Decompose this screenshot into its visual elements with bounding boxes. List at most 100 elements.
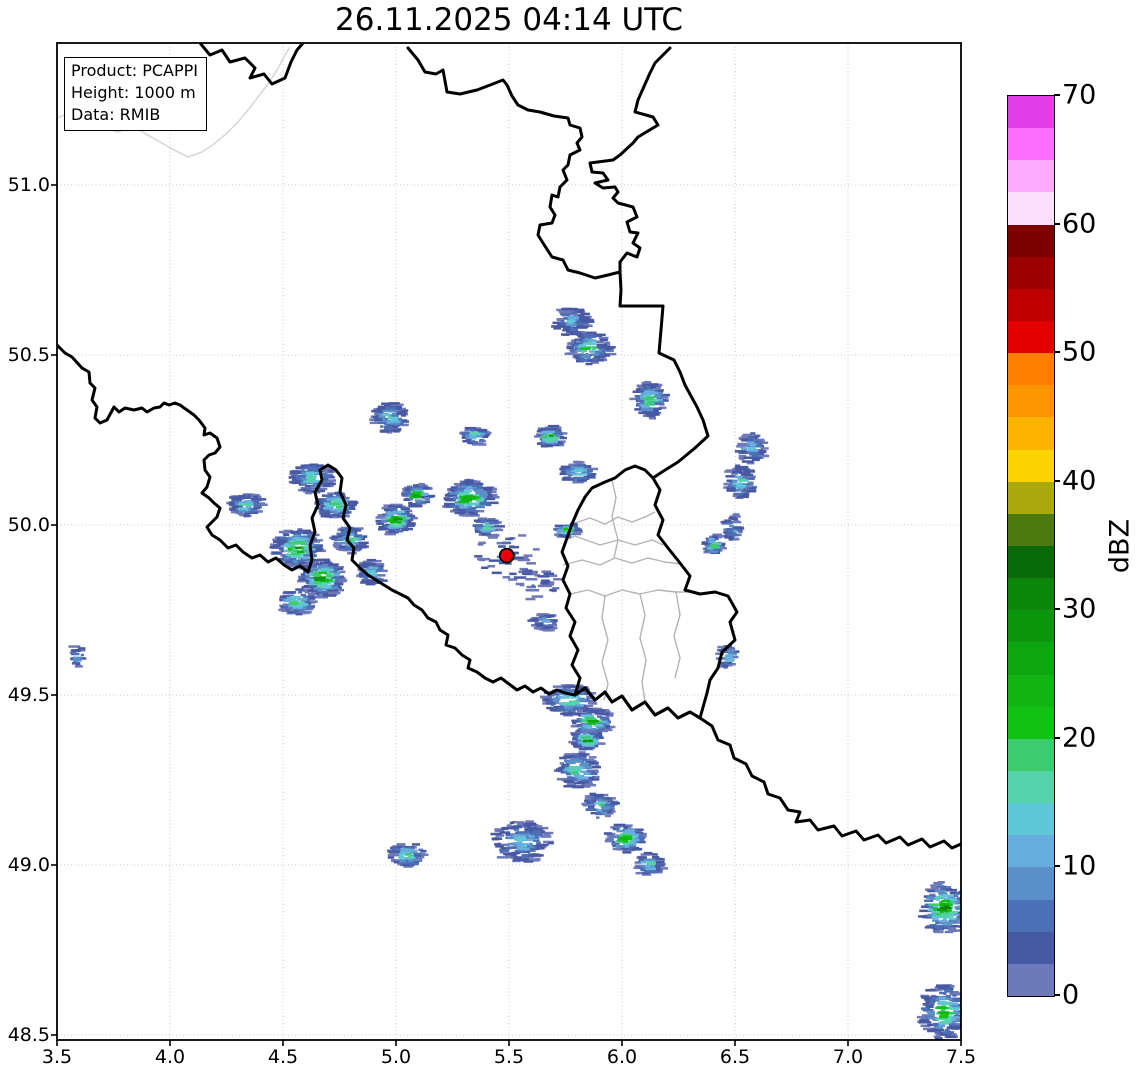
- y-tick-label: 48.5: [7, 1024, 50, 1046]
- map-plot: [51, 42, 962, 1046]
- y-tick-label: 51.0: [7, 174, 50, 196]
- echo-blob: [369, 402, 409, 434]
- colorbar: [1007, 95, 1055, 997]
- x-tick-label: 4.5: [267, 1046, 299, 1068]
- colorbar-tick-mark: [1054, 222, 1060, 225]
- info-box: Product: PCAPPI Height: 1000 m Data: RMI…: [64, 57, 208, 132]
- colorbar-tick-label: 30: [1062, 593, 1097, 625]
- echo-blob: [314, 491, 359, 519]
- colorbar-segment: [1008, 610, 1054, 643]
- echo-blob: [629, 381, 670, 420]
- y-tick-label: 50.0: [7, 514, 50, 536]
- district-borders: [562, 479, 688, 703]
- echo-blob: [603, 823, 647, 854]
- colorbar-segment: [1008, 513, 1054, 547]
- colorbar-segment: [1008, 353, 1054, 386]
- radar-figure: 26.11.2025 04:14 UTC Product: PCAPPI Hei…: [0, 0, 1145, 1084]
- colorbar-segment: [1008, 674, 1054, 707]
- colorbar-segment: [1008, 224, 1054, 257]
- colorbar-tick-label: 60: [1062, 208, 1097, 240]
- colorbar-tick-mark: [1054, 608, 1060, 611]
- colorbar-segment: [1008, 931, 1054, 964]
- echo-blob: [554, 751, 601, 789]
- echo-blob: [918, 881, 961, 934]
- echo-blob: [442, 478, 500, 517]
- colorbar-tick-mark: [1054, 479, 1060, 482]
- colorbar-label: dBZ: [1104, 518, 1136, 574]
- colorbar-tick-mark: [1054, 736, 1060, 739]
- echo-blob: [734, 432, 770, 465]
- x-tick-label: 5.0: [380, 1046, 412, 1068]
- echo-blob: [490, 820, 554, 863]
- colorbar-segment: [1008, 192, 1054, 225]
- colorbar-tick-mark: [1054, 865, 1060, 868]
- radar-echoes: [68, 307, 961, 1040]
- colorbar-segment: [1008, 771, 1054, 804]
- x-tick-label: 4.0: [154, 1046, 186, 1068]
- echo-blob: [68, 645, 87, 668]
- colorbar-segment: [1008, 706, 1054, 739]
- y-tick-label: 49.0: [7, 854, 50, 876]
- echo-blob: [459, 426, 492, 446]
- colorbar-segment: [1008, 578, 1054, 611]
- colorbar-tick-mark: [1054, 94, 1060, 96]
- y-tick-label: 49.5: [7, 684, 50, 706]
- colorbar-segment: [1008, 385, 1054, 418]
- colorbar-tick-label: 0: [1062, 979, 1080, 1011]
- colorbar-segment: [1008, 160, 1054, 193]
- x-tick-label: 7.0: [832, 1046, 864, 1068]
- echo-blob: [534, 424, 568, 448]
- colorbar-segment: [1008, 288, 1054, 322]
- echo-blob: [527, 613, 558, 632]
- echo-blob: [581, 792, 620, 819]
- echo-blob: [226, 493, 268, 518]
- gridlines: [57, 43, 961, 1040]
- colorbar-segment: [1008, 256, 1054, 289]
- colorbar-tick-label: 20: [1062, 722, 1097, 754]
- echo-blob: [564, 331, 617, 366]
- x-tick-label: 3.5: [41, 1046, 73, 1068]
- colorbar-segment: [1008, 128, 1054, 161]
- echo-blob: [720, 513, 745, 541]
- colorbar-segment: [1008, 417, 1054, 450]
- echo-blob: [472, 517, 505, 537]
- x-tick-label: 6.0: [606, 1046, 638, 1068]
- colorbar-segment: [1008, 738, 1054, 772]
- y-tick-label: 50.5: [7, 344, 50, 366]
- x-tick-label: 7.5: [945, 1046, 977, 1068]
- colorbar-segment: [1008, 546, 1054, 579]
- info-data-source: Data: RMIB: [71, 105, 161, 125]
- colorbar-tick-label: 10: [1062, 850, 1097, 882]
- info-height: Height: 1000 m: [71, 83, 196, 103]
- echo-blob: [356, 558, 388, 586]
- echo-blob: [401, 482, 436, 508]
- echo-blob: [297, 558, 348, 599]
- colorbar-tick-label: 40: [1062, 465, 1097, 497]
- colorbar-tick-label: 50: [1062, 336, 1097, 368]
- colorbar-segment: [1008, 642, 1054, 675]
- echo-blob: [916, 984, 961, 1040]
- colorbar-segment: [1008, 96, 1054, 129]
- info-product: Product: PCAPPI: [71, 61, 199, 80]
- colorbar-segment: [1008, 481, 1054, 514]
- echo-blob: [515, 570, 562, 601]
- radar-site-marker: [498, 547, 515, 564]
- colorbar-tick-mark: [1054, 351, 1060, 354]
- colorbar-segment: [1008, 321, 1054, 354]
- echo-blob: [375, 503, 418, 536]
- colorbar-tick-label: 70: [1062, 79, 1097, 111]
- colorbar-segment: [1008, 867, 1054, 900]
- echo-blob: [559, 460, 599, 484]
- x-tick-label: 6.5: [719, 1046, 751, 1068]
- echo-blob: [633, 851, 669, 876]
- colorbar-tick-mark: [1054, 994, 1060, 996]
- echo-blob: [723, 464, 757, 499]
- colorbar-segment: [1008, 963, 1054, 996]
- x-tick-label: 5.5: [493, 1046, 525, 1068]
- colorbar-segment: [1008, 803, 1054, 836]
- colorbar-segment: [1008, 835, 1054, 868]
- colorbar-segment: [1008, 449, 1054, 482]
- colorbar-segment: [1008, 899, 1054, 932]
- echo-blob: [387, 843, 429, 868]
- echo-blob: [568, 729, 606, 751]
